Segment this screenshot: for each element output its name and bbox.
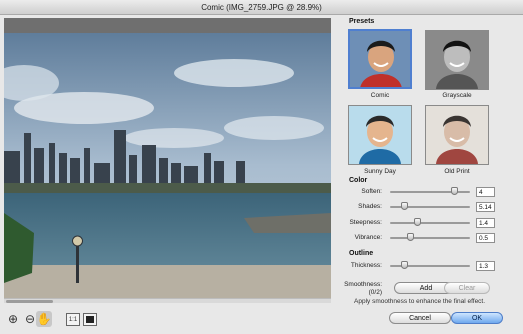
vibrance-label: Vibrance: bbox=[354, 234, 382, 241]
steepness-label: Steepness: bbox=[349, 219, 382, 226]
zoom-in-icon[interactable]: ⊕ bbox=[5, 311, 21, 327]
shades-label: Shades: bbox=[358, 203, 382, 210]
vibrance-slider-knob[interactable] bbox=[407, 233, 414, 241]
horizontal-scrollbar[interactable] bbox=[4, 298, 331, 303]
clear-smoothness-button[interactable]: Clear bbox=[444, 282, 490, 294]
actual-size-button[interactable]: 1:1 bbox=[66, 313, 80, 326]
soften-field[interactable]: 4 bbox=[476, 187, 495, 197]
thickness-label: Thickness: bbox=[350, 262, 382, 269]
steepness-slider[interactable] bbox=[390, 222, 470, 224]
thickness-field[interactable]: 1.3 bbox=[476, 261, 495, 271]
presets-heading: Presets bbox=[349, 18, 375, 25]
steepness-slider-knob[interactable] bbox=[414, 218, 422, 226]
shades-slider-knob[interactable] bbox=[401, 202, 409, 210]
preset-sunny-day-label: Sunny Day bbox=[364, 168, 396, 175]
preset-grayscale-thumbnail[interactable] bbox=[425, 30, 489, 90]
preset-old-print-thumbnail[interactable] bbox=[425, 105, 489, 165]
soften-slider-knob[interactable] bbox=[451, 187, 458, 195]
preset-sunny-day-thumbnail[interactable] bbox=[348, 105, 412, 165]
preview-image bbox=[4, 33, 331, 298]
preset-grayscale-label: Grayscale bbox=[442, 92, 472, 99]
fit-screen-icon[interactable] bbox=[83, 313, 97, 326]
cancel-button[interactable]: Cancel bbox=[389, 312, 451, 324]
soften-label: Soften: bbox=[361, 188, 382, 195]
scrollbar-thumb[interactable] bbox=[6, 300, 53, 303]
window-title: Comic (IMG_2759.JPG @ 28.9%) bbox=[0, 0, 523, 15]
vibrance-slider[interactable] bbox=[390, 237, 470, 239]
outline-heading: Outline bbox=[349, 250, 374, 257]
thickness-slider-knob[interactable] bbox=[401, 261, 409, 269]
preset-comic-label: Comic bbox=[370, 92, 390, 99]
color-heading: Color bbox=[349, 177, 368, 184]
preview-top-strip bbox=[4, 18, 331, 33]
ok-button[interactable]: OK bbox=[451, 312, 503, 324]
smoothness-hint: Apply smoothness to enhance the final ef… bbox=[354, 298, 486, 305]
soften-slider[interactable] bbox=[390, 191, 470, 193]
smoothness-count: (0/2) bbox=[368, 289, 382, 296]
vibrance-field[interactable]: 0.5 bbox=[476, 233, 495, 243]
preset-old-print-label: Old Print bbox=[444, 168, 470, 175]
steepness-field[interactable]: 1.4 bbox=[476, 218, 495, 228]
shades-field[interactable]: 5.14 bbox=[476, 202, 495, 212]
preset-comic-thumbnail[interactable] bbox=[348, 29, 412, 89]
image-preview[interactable] bbox=[4, 33, 331, 298]
smoothness-label: Smoothness: bbox=[344, 281, 382, 288]
hand-icon[interactable]: ✋ bbox=[36, 311, 52, 327]
